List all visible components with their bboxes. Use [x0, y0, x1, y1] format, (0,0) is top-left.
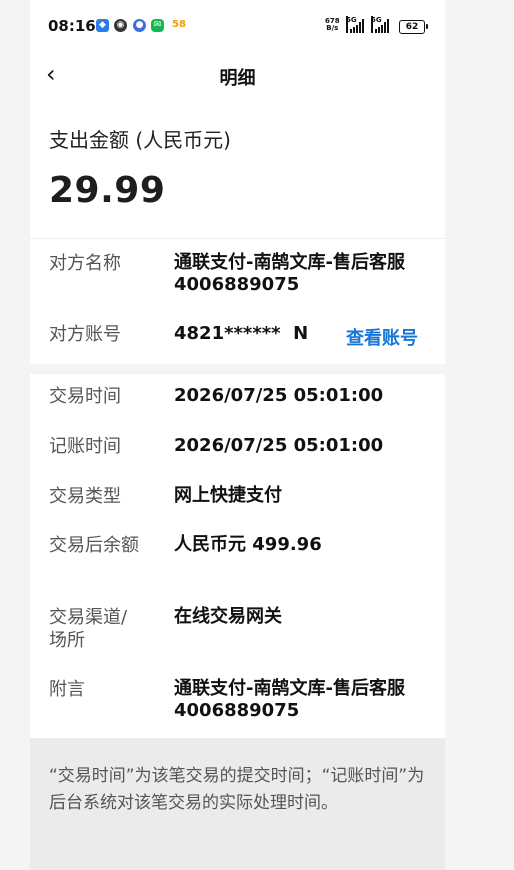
signal-1-icon: 5G	[346, 16, 366, 35]
remark-value: 通联支付-南鹄文库-售后客服4006889075	[174, 678, 405, 721]
battery-tip	[426, 24, 428, 29]
counterparty-name-label: 对方名称	[49, 253, 121, 274]
phone-screen: 08:16 ◆ ◉ ● ✉ 58 678 B/s 5G 5G 62 ‹ 明细 支…	[30, 0, 445, 870]
nav-bar: ‹ 明细	[30, 54, 445, 98]
post-time-label: 记账时间	[49, 436, 121, 457]
vpn-icon: ◉	[114, 19, 127, 32]
amount-label: 支出金额 (人民币元)	[49, 128, 231, 152]
app-notification-icon: ◆	[96, 19, 109, 32]
remark-label: 附言	[49, 679, 85, 700]
channel-label: 交易渠道/场所	[49, 607, 128, 651]
signal-2-icon: 5G	[371, 16, 391, 35]
page-title: 明细	[219, 68, 256, 89]
counterparty-account-label: 对方账号	[49, 324, 121, 345]
wechat-icon: ✉	[151, 19, 164, 32]
counterparty-name-value: 通联支付-南鹄文库-售后客服4006889075	[174, 252, 405, 295]
transaction-details-card: 交易时间 2026/07/25 05:01:00 记账时间 2026/07/25…	[30, 374, 445, 738]
channel-value: 在线交易网关	[174, 606, 282, 627]
amount-value: 29.99	[49, 170, 166, 211]
signal-2-label: 5G	[371, 16, 382, 33]
network-speed: 678 B/s	[325, 18, 340, 32]
footnote-text: “交易时间”为该笔交易的提交时间；“记账时间”为后台系统对该笔交易的实际处理时间…	[49, 766, 425, 813]
amount-summary: 支出金额 (人民币元) 29.99	[30, 98, 445, 238]
balance-label: 交易后余额	[49, 535, 139, 556]
footnote-panel: “交易时间”为该笔交易的提交时间；“记账时间”为后台系统对该笔交易的实际处理时间…	[30, 738, 445, 870]
post-time-value: 2026/07/25 05:01:00	[174, 435, 384, 456]
view-account-link[interactable]: 查看账号	[346, 324, 418, 350]
notification-count: 58	[172, 19, 186, 30]
trade-type-value: 网上快捷支付	[174, 485, 282, 506]
signal-1-label: 5G	[346, 16, 357, 33]
network-speed-unit: B/s	[326, 24, 339, 32]
browser-icon: ●	[133, 19, 146, 32]
status-bar: 08:16 ◆ ◉ ● ✉ 58 678 B/s 5G 5G 62	[30, 0, 445, 54]
battery-level: 62	[405, 22, 419, 32]
trade-time-label: 交易时间	[49, 386, 121, 407]
trade-type-label: 交易类型	[49, 486, 121, 507]
status-time: 08:16	[48, 17, 96, 35]
battery-icon: 62	[399, 20, 425, 34]
counterparty-card: 对方名称 通联支付-南鹄文库-售后客服4006889075 对方账号 4821*…	[30, 239, 445, 364]
trade-time-value: 2026/07/25 05:01:00	[174, 385, 384, 406]
balance-value: 人民币元 499.96	[174, 534, 322, 555]
